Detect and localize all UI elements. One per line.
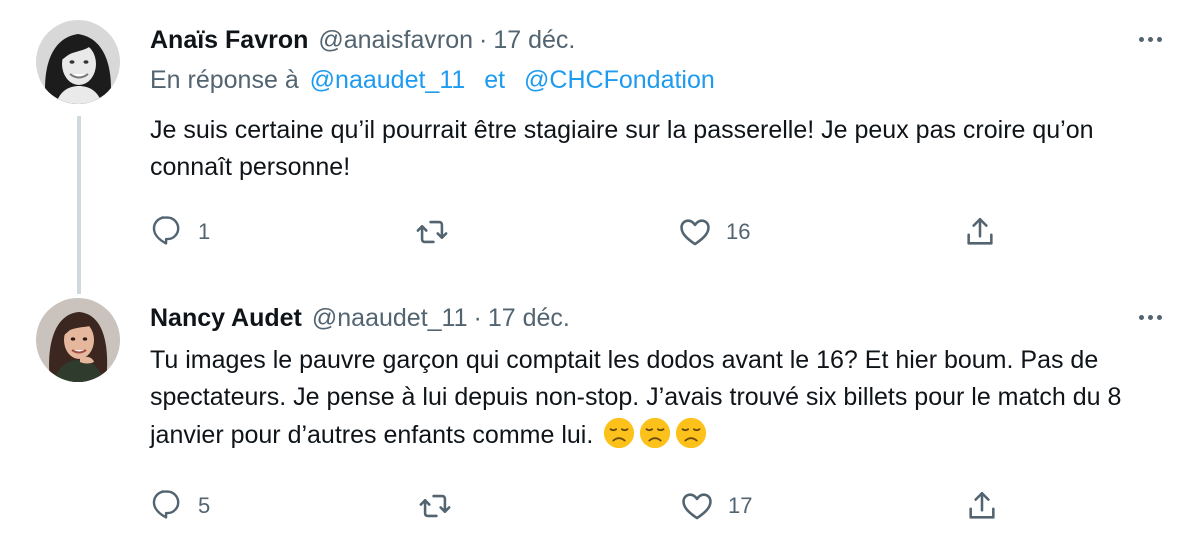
more-icon-dot <box>1157 315 1162 320</box>
like-icon <box>680 219 710 246</box>
reply-icon <box>152 490 180 519</box>
author-name[interactable]: Anaïs Favron <box>150 26 308 55</box>
like-button[interactable]: 16 <box>678 212 750 252</box>
like-count: 17 <box>728 493 753 518</box>
share-button[interactable] <box>965 486 999 526</box>
reply-mention-link[interactable]: @naaudet_11 <box>310 66 466 94</box>
tweet-date[interactable]: 17 déc. <box>493 26 575 54</box>
thread-connector-line <box>77 290 81 294</box>
retweet-icon <box>419 494 451 518</box>
avatar-photo-icon <box>36 20 120 104</box>
author-name[interactable]: Nancy Audet <box>150 304 302 333</box>
more-icon <box>1139 37 1144 42</box>
disappointed-face-icon <box>604 417 635 449</box>
retweet-button[interactable] <box>415 212 463 252</box>
avatar[interactable] <box>36 20 120 104</box>
reply-button[interactable]: 5 <box>150 486 210 526</box>
reply-context: En réponse à @naaudet_11 et @CHCFondatio… <box>150 66 715 95</box>
tweet-meta: @naaudet_11 · 17 déc. <box>312 304 570 333</box>
reply-joiner: et <box>484 66 506 94</box>
more-icon-dot <box>1157 37 1162 42</box>
more-icon-dot <box>1148 37 1153 42</box>
retweet-icon <box>416 220 448 244</box>
tweet-date[interactable]: 17 déc. <box>488 304 570 332</box>
tweet-actions: 5 17 <box>150 486 1010 526</box>
reply-button[interactable]: 1 <box>150 212 210 252</box>
author-handle[interactable]: @naaudet_11 <box>312 304 468 332</box>
reply-icon <box>152 216 180 245</box>
retweet-button[interactable] <box>418 486 466 526</box>
more-options-button[interactable] <box>1139 37 1162 42</box>
thread-connector-line <box>77 116 81 290</box>
tweet[interactable]: Anaïs Favron @anaisfavron · 17 déc. En rép… <box>0 0 1188 290</box>
tweet[interactable]: Nancy Audet @naaudet_11 · 17 déc. Tu image… <box>0 290 1188 552</box>
tweet-meta: @anaisfavron · 17 déc. <box>318 26 575 55</box>
reply-count: 5 <box>198 493 211 518</box>
reply-prefix: En réponse à <box>150 66 299 94</box>
tweet-actions: 1 16 <box>150 212 1010 252</box>
tweet-text: Tu images le pauvre garçon qui comptait … <box>150 342 1165 454</box>
share-icon <box>969 491 995 519</box>
reply-count: 1 <box>198 219 211 244</box>
avatar-photo-icon <box>36 298 120 382</box>
tweet-header: Nancy Audet @naaudet_11 · 17 déc. <box>150 298 570 338</box>
meta-separator: · <box>479 25 488 54</box>
disappointed-face-icon <box>640 417 671 449</box>
more-options-button[interactable] <box>1139 315 1162 320</box>
more-icon <box>1139 315 1144 320</box>
author-handle[interactable]: @anaisfavron <box>318 26 473 54</box>
like-count: 16 <box>726 219 751 244</box>
share-button[interactable] <box>963 212 997 252</box>
emoji-group <box>600 417 708 449</box>
more-icon-dot <box>1148 315 1153 320</box>
avatar[interactable] <box>36 298 120 382</box>
reply-mention-link[interactable]: @CHCFondation <box>524 66 715 94</box>
meta-separator: · <box>473 303 482 332</box>
tweet-header: Anaïs Favron @anaisfavron · 17 déc. <box>150 20 575 60</box>
tweet-text: Je suis certaine qu’il pourrait être sta… <box>150 116 1094 181</box>
like-button[interactable]: 17 <box>680 486 752 526</box>
like-icon <box>682 493 712 520</box>
share-icon <box>967 217 993 245</box>
disappointed-face-icon <box>676 417 707 449</box>
